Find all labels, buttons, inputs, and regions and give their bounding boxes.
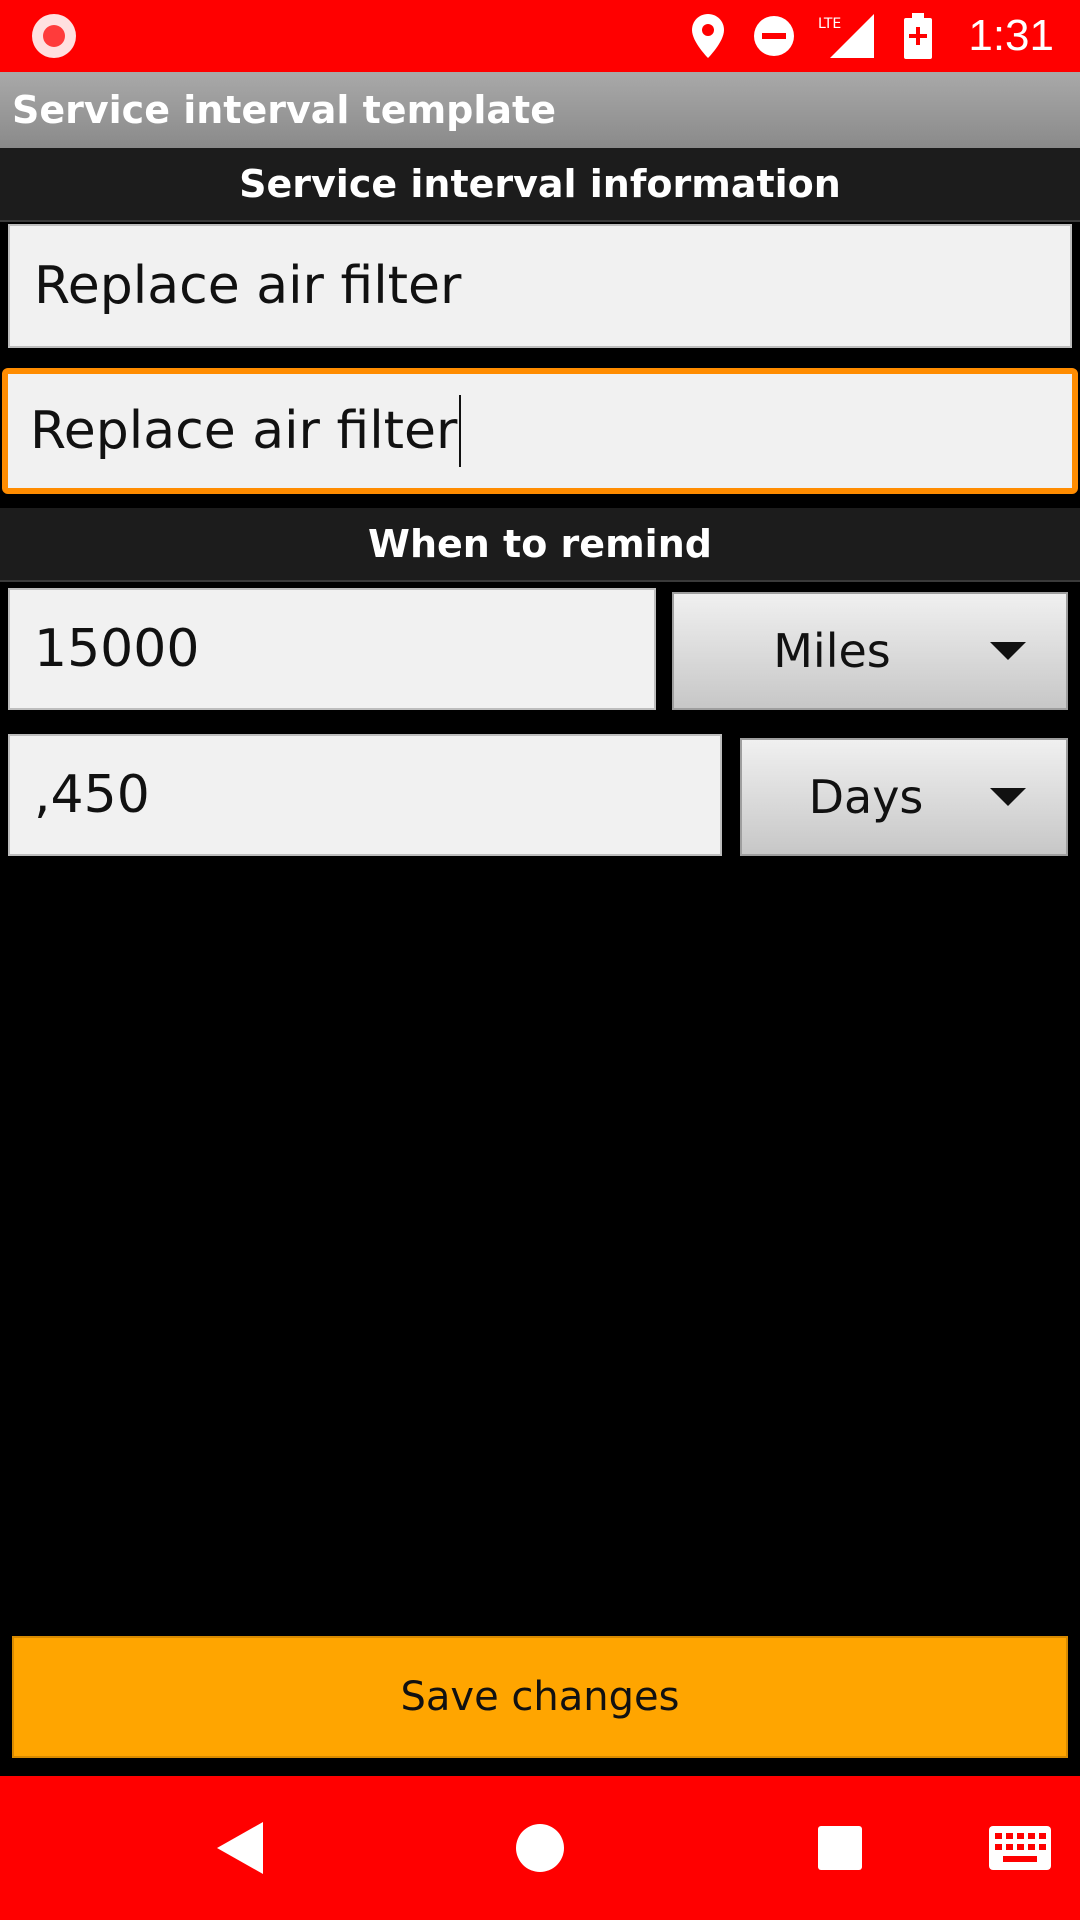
keyboard-icon[interactable]: [988, 1820, 1052, 1876]
recents-icon[interactable]: [812, 1820, 868, 1876]
time-unit-spinner[interactable]: Days: [740, 738, 1068, 856]
save-changes-button[interactable]: Save changes: [12, 1636, 1068, 1758]
description-field-value: Replace air filter: [30, 401, 458, 461]
home-icon[interactable]: [512, 1820, 568, 1876]
location-icon: [686, 14, 730, 58]
title-bar: Service interval template: [0, 72, 1080, 148]
time-interval-field[interactable]: ,450: [8, 734, 722, 856]
section-header-remind: When to remind: [0, 508, 1080, 582]
distance-interval-value: 15000: [34, 619, 200, 679]
time-interval-value: ,450: [34, 765, 150, 825]
battery-charging-icon: [896, 13, 940, 59]
distance-unit-label: Miles: [773, 624, 891, 678]
status-clock: 1:31: [968, 11, 1054, 60]
text-caret: [459, 395, 462, 467]
status-bar: LTE 1:31: [0, 0, 1080, 72]
chevron-down-icon: [990, 642, 1026, 660]
name-field[interactable]: Replace air filter: [8, 224, 1072, 348]
network-label: LTE: [818, 16, 841, 32]
lte-signal-icon: LTE: [818, 14, 875, 58]
back-icon[interactable]: [212, 1820, 268, 1876]
record-icon: [32, 14, 76, 58]
distance-unit-spinner[interactable]: Miles: [672, 592, 1068, 710]
section-header-info: Service interval information: [0, 148, 1080, 222]
time-unit-label: Days: [808, 770, 924, 824]
do-not-disturb-icon: [752, 14, 796, 58]
name-field-value: Replace air filter: [34, 256, 462, 316]
chevron-down-icon: [990, 788, 1026, 806]
page-title: Service interval template: [12, 88, 556, 132]
description-field[interactable]: Replace air filter: [2, 368, 1078, 494]
navigation-bar: [0, 1776, 1080, 1920]
distance-interval-field[interactable]: 15000: [8, 588, 656, 710]
status-icons: LTE 1:31: [686, 0, 1054, 72]
